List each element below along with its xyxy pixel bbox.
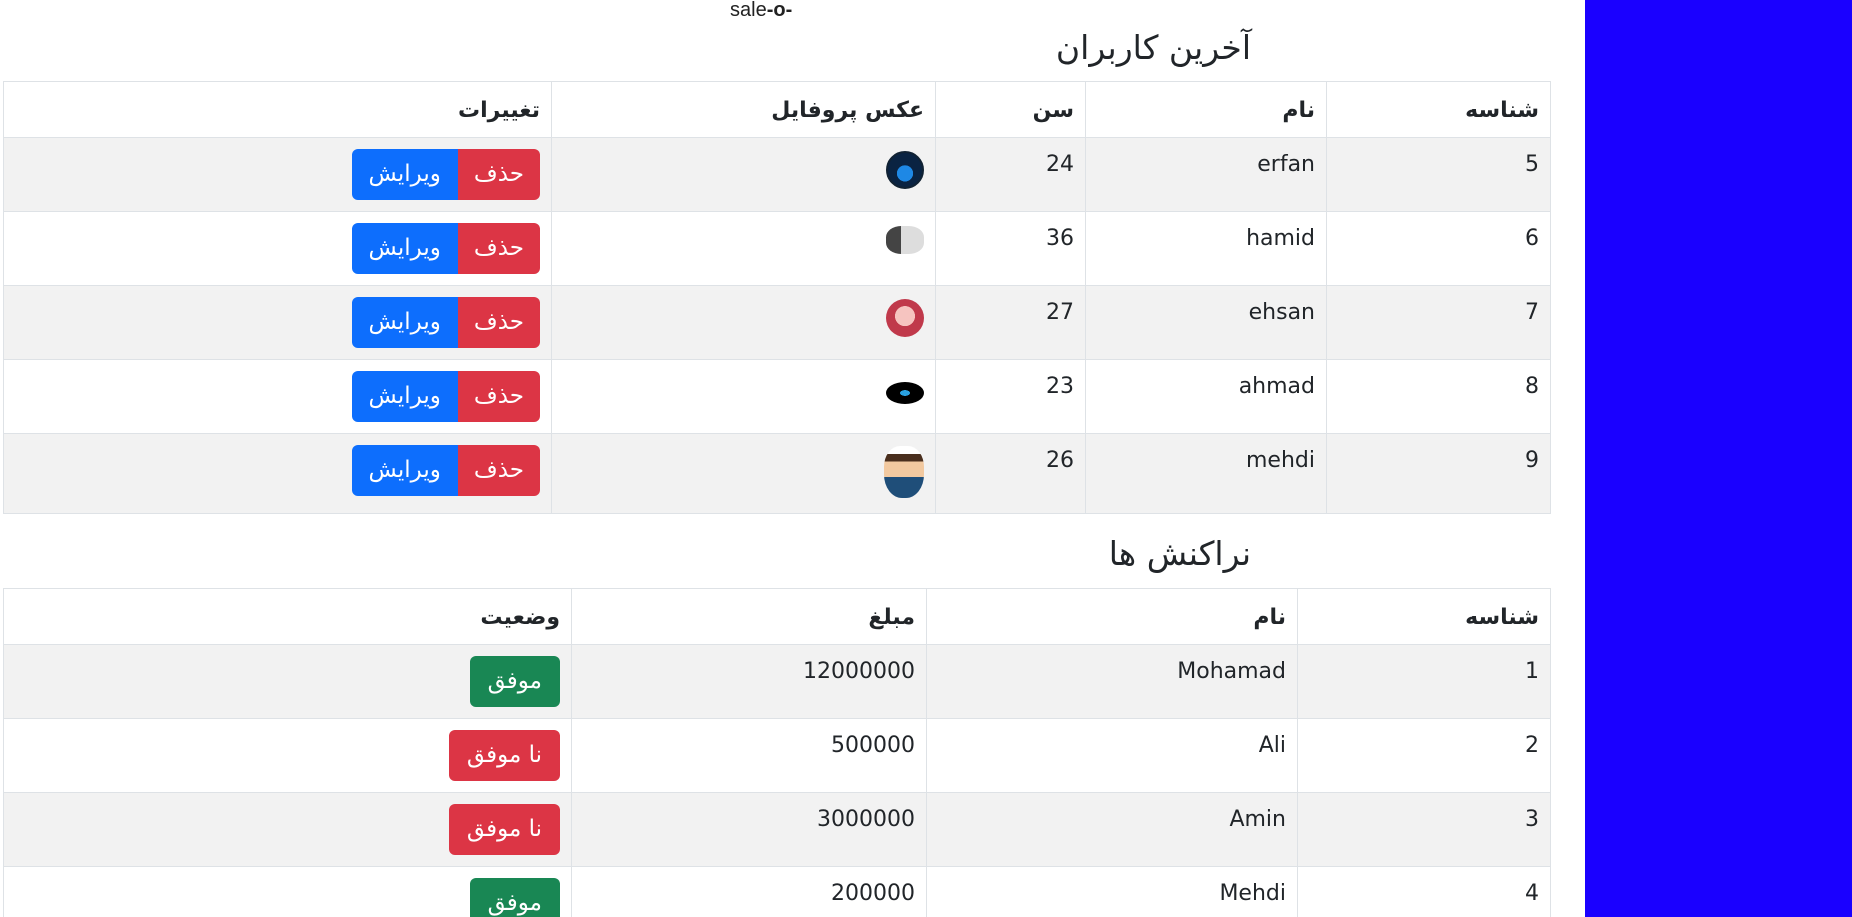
tx-id-cell: 4 xyxy=(1297,866,1551,917)
table-row: 8 ahmad 23 حذف ویرایش xyxy=(3,359,1551,434)
status-fail-button[interactable]: نا موفق xyxy=(448,730,560,781)
user-id-cell: 5 xyxy=(1326,137,1551,212)
table-row: 5 erfan 24 حذف ویرایش xyxy=(3,137,1551,212)
table-header-row: شناسه نام مبلغ وضعیت xyxy=(3,588,1551,645)
user-name-cell: hamid xyxy=(1085,211,1327,286)
edit-button[interactable]: ویرایش xyxy=(351,223,458,274)
tx-name-cell: Mohamad xyxy=(926,644,1298,719)
header-age: سن xyxy=(935,81,1086,138)
user-name-cell: erfan xyxy=(1085,137,1327,212)
user-age-cell: 26 xyxy=(935,433,1086,514)
tx-amount-cell: 3000000 xyxy=(571,792,927,867)
tx-status-cell: نا موفق xyxy=(3,718,572,793)
header-amount: مبلغ xyxy=(571,588,927,645)
latest-users-table: شناسه نام سن عکس پروفایل تغییرات 5 erfan… xyxy=(3,81,1551,514)
edit-button[interactable]: ویرایش xyxy=(351,297,458,348)
tx-id-cell: 1 xyxy=(1297,644,1551,719)
user-actions-cell: حذف ویرایش xyxy=(3,211,552,286)
table-row: 4 Mehdi 200000 موفق xyxy=(3,866,1551,917)
user-actions-cell: حذف ویرایش xyxy=(3,433,552,514)
tx-name-cell: Ali xyxy=(926,718,1298,793)
latest-users-title: آخرین کاربران xyxy=(1055,28,1251,67)
user-age-cell: 36 xyxy=(935,211,1086,286)
header-status: وضعیت xyxy=(3,588,572,645)
tx-amount-cell: 12000000 xyxy=(571,644,927,719)
header-name: نام xyxy=(926,588,1298,645)
avatar xyxy=(884,446,924,498)
delete-button[interactable]: حذف xyxy=(457,297,540,348)
user-avatar-cell xyxy=(551,359,936,434)
tx-id-cell: 2 xyxy=(1297,718,1551,793)
header-name: نام xyxy=(1085,81,1327,138)
avatar xyxy=(886,226,924,254)
tx-status-cell: موفق xyxy=(3,866,572,917)
avatar xyxy=(886,151,924,189)
user-actions-cell: حذف ویرایش xyxy=(3,137,552,212)
user-avatar-cell xyxy=(551,285,936,360)
table-row: 7 ehsan 27 حذف ویرایش xyxy=(3,285,1551,360)
avatar xyxy=(886,382,924,404)
table-row: 1 Mohamad 12000000 موفق xyxy=(3,644,1551,719)
header-profile-photo: عکس پروفایل xyxy=(551,81,936,138)
status-success-button[interactable]: موفق xyxy=(469,656,560,707)
user-id-cell: 9 xyxy=(1326,433,1551,514)
user-name-cell: mehdi xyxy=(1085,433,1327,514)
delete-button[interactable]: حذف xyxy=(457,149,540,200)
header-id: شناسه xyxy=(1326,81,1551,138)
sidebar xyxy=(1585,0,1852,917)
logo[interactable]: sale-o- xyxy=(730,0,792,20)
status-success-button[interactable]: موفق xyxy=(469,878,560,917)
tx-status-cell: نا موفق xyxy=(3,792,572,867)
table-row: 6 hamid 36 حذف ویرایش xyxy=(3,211,1551,286)
table-row: 3 Amin 3000000 نا موفق xyxy=(3,792,1551,867)
user-avatar-cell xyxy=(551,433,936,514)
user-id-cell: 7 xyxy=(1326,285,1551,360)
transactions-table: شناسه نام مبلغ وضعیت 1 Mohamad 12000000 … xyxy=(3,588,1551,917)
user-avatar-cell xyxy=(551,137,936,212)
user-name-cell: ahmad xyxy=(1085,359,1327,434)
delete-button[interactable]: حذف xyxy=(457,445,540,496)
avatar xyxy=(886,299,924,337)
status-fail-button[interactable]: نا موفق xyxy=(448,804,560,855)
main-content: sale-o- آخرین کاربران شناسه نام سن عکس پ… xyxy=(0,0,1585,917)
logo-mark: -o- xyxy=(766,0,793,21)
table-header-row: شناسه نام سن عکس پروفایل تغییرات xyxy=(3,81,1551,138)
tx-amount-cell: 200000 xyxy=(571,866,927,917)
logo-text: sale xyxy=(730,0,767,21)
user-actions-cell: حذف ویرایش xyxy=(3,285,552,360)
tx-amount-cell: 500000 xyxy=(571,718,927,793)
user-age-cell: 27 xyxy=(935,285,1086,360)
user-avatar-cell xyxy=(551,211,936,286)
header-id: شناسه xyxy=(1297,588,1551,645)
tx-status-cell: موفق xyxy=(3,644,572,719)
edit-button[interactable]: ویرایش xyxy=(351,371,458,422)
user-name-cell: ehsan xyxy=(1085,285,1327,360)
delete-button[interactable]: حذف xyxy=(457,223,540,274)
tx-name-cell: Mehdi xyxy=(926,866,1298,917)
table-row: 9 mehdi 26 حذف ویرایش xyxy=(3,433,1551,514)
user-id-cell: 6 xyxy=(1326,211,1551,286)
edit-button[interactable]: ویرایش xyxy=(351,445,458,496)
user-id-cell: 8 xyxy=(1326,359,1551,434)
header-actions: تغییرات xyxy=(3,81,552,138)
edit-button[interactable]: ویرایش xyxy=(351,149,458,200)
tx-name-cell: Amin xyxy=(926,792,1298,867)
tx-id-cell: 3 xyxy=(1297,792,1551,867)
delete-button[interactable]: حذف xyxy=(457,371,540,422)
user-age-cell: 23 xyxy=(935,359,1086,434)
table-row: 2 Ali 500000 نا موفق xyxy=(3,718,1551,793)
user-actions-cell: حذف ویرایش xyxy=(3,359,552,434)
user-age-cell: 24 xyxy=(935,137,1086,212)
transactions-title: نراکنش ها xyxy=(1108,534,1251,573)
